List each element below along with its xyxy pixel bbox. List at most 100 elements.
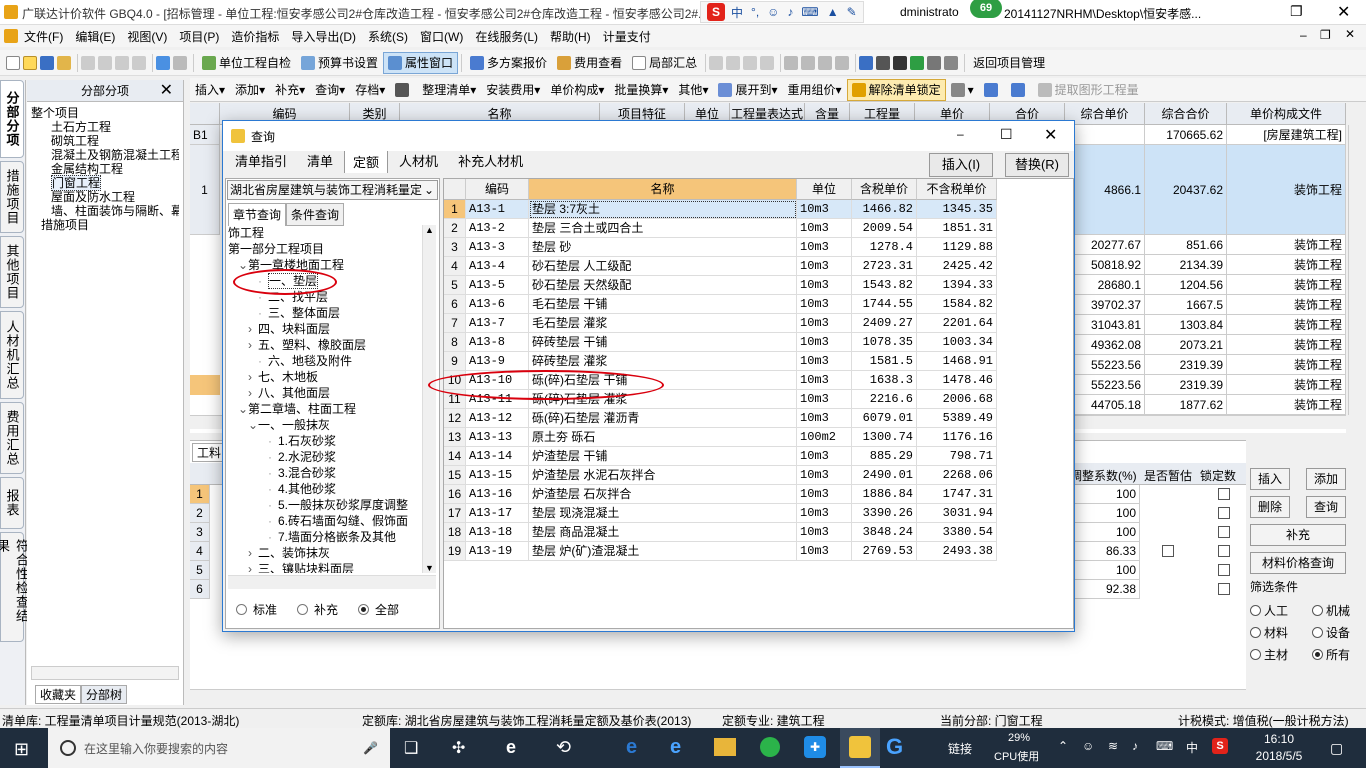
tree-node[interactable]: 第一部分工程项目 bbox=[228, 241, 324, 257]
qt-cell-code[interactable]: A13-15 bbox=[466, 466, 529, 485]
qt-cell-code[interactable]: A13-2 bbox=[466, 219, 529, 238]
other-menu[interactable]: 其他 ▾ bbox=[673, 79, 713, 101]
multi-plan-button[interactable]: 多方案报价 bbox=[465, 52, 552, 74]
qt-cell-unit[interactable]: 10m3 bbox=[797, 257, 852, 276]
close-button[interactable]: ✕ bbox=[1337, 2, 1350, 22]
vtab-reports[interactable]: 报表 bbox=[0, 477, 24, 529]
tree-node[interactable]: · 5.一般抹灰砂浆厚度调整 bbox=[268, 497, 408, 513]
qt-cell-code[interactable]: A13-5 bbox=[466, 276, 529, 295]
filter-option[interactable]: 人工 bbox=[1250, 602, 1288, 619]
lower-row-coef[interactable]: 100 bbox=[1070, 561, 1140, 580]
browser-360-icon[interactable] bbox=[760, 737, 780, 757]
qt-cell-unit[interactable]: 10m3 bbox=[797, 466, 852, 485]
qt-cell-code[interactable]: A13-7 bbox=[466, 314, 529, 333]
qt-cell-tax-price[interactable]: 6079.01 bbox=[852, 409, 917, 428]
tab-quota[interactable]: 定额 bbox=[344, 149, 389, 173]
tree-node[interactable]: 饰工程 bbox=[228, 225, 264, 241]
open-icon[interactable] bbox=[23, 55, 37, 70]
qt-col-notax-price[interactable]: 不含税单价 bbox=[917, 179, 997, 200]
source-radio[interactable]: 补充 bbox=[297, 601, 338, 618]
qt-cell-tax-price[interactable]: 3390.26 bbox=[852, 504, 917, 523]
nav-item-doors-windows[interactable]: 门窗工程 bbox=[31, 175, 179, 191]
lower-tab[interactable]: 工料 bbox=[192, 443, 227, 462]
menu-window[interactable]: 窗口(W) bbox=[420, 28, 463, 45]
qt-cell-unit[interactable]: 10m3 bbox=[797, 276, 852, 295]
col-composite-price[interactable]: 综合单价 bbox=[1065, 103, 1145, 125]
expand-icon[interactable]: › bbox=[248, 561, 258, 573]
qt-cell-unit[interactable]: 10m3 bbox=[797, 542, 852, 561]
tree-node[interactable]: · 4.其他砂浆 bbox=[268, 481, 336, 497]
formula-icon[interactable] bbox=[876, 55, 891, 70]
qt-cell-unit[interactable]: 10m3 bbox=[797, 219, 852, 238]
qt-cell-tax-price[interactable]: 885.29 bbox=[852, 447, 917, 466]
lower-row-coef[interactable]: 86.33 bbox=[1070, 542, 1140, 561]
qt-cell-code[interactable]: A13-8 bbox=[466, 333, 529, 352]
qt-cell-name[interactable]: 炉渣垫层 石灰拌合 bbox=[529, 485, 797, 504]
qt-cell-code[interactable]: A13-19 bbox=[466, 542, 529, 561]
qt-cell-code[interactable]: A13-12 bbox=[466, 409, 529, 428]
col-price-file[interactable]: 单价构成文件 bbox=[1227, 103, 1346, 125]
keyboard-tray-icon[interactable]: ⌨ bbox=[1156, 739, 1173, 753]
qt-cell-unit[interactable]: 10m3 bbox=[797, 238, 852, 257]
qt-cell-unit[interactable]: 10m3 bbox=[797, 333, 852, 352]
menu-online[interactable]: 在线服务(L) bbox=[475, 28, 538, 45]
qt-cell-notax-price[interactable]: 1394.33 bbox=[917, 276, 997, 295]
qt-cell-unit[interactable]: 10m3 bbox=[797, 295, 852, 314]
material-price-query-button[interactable]: 材料价格查询 bbox=[1250, 552, 1346, 574]
qt-cell-tax-price[interactable]: 3848.24 bbox=[852, 523, 917, 542]
vtab-other-items[interactable]: 其他项目 bbox=[0, 236, 24, 308]
qt-cell-unit[interactable]: 10m3 bbox=[797, 523, 852, 542]
box-icon[interactable] bbox=[927, 55, 942, 70]
qt-cell-tax-price[interactable]: 1300.74 bbox=[852, 428, 917, 447]
tree-node[interactable]: ⌄一、一般抹灰 bbox=[248, 417, 330, 433]
qt-cell-name[interactable]: 砂石垫层 天然级配 bbox=[529, 276, 797, 295]
mdi-close-button[interactable]: ✕ bbox=[1345, 27, 1355, 41]
add-button[interactable]: 添加 bbox=[1306, 468, 1346, 490]
gbq-taskbar-item[interactable] bbox=[840, 728, 880, 768]
reuse-price-menu[interactable]: 重用组价 ▾ bbox=[783, 79, 847, 101]
qt-cell-notax-price[interactable]: 1003.34 bbox=[917, 333, 997, 352]
lock-checkbox[interactable] bbox=[1218, 488, 1230, 500]
qt-cell-notax-price[interactable]: 2201.64 bbox=[917, 314, 997, 333]
lower-row-coef[interactable]: 100 bbox=[1070, 485, 1140, 504]
menu-edit[interactable]: 编辑(E) bbox=[75, 28, 115, 45]
qt-cell-name[interactable]: 垫层 商品混凝土 bbox=[529, 523, 797, 542]
filter-option[interactable]: 材料 bbox=[1250, 624, 1288, 641]
tree-node[interactable]: › 三、镶贴块料面层 bbox=[248, 561, 354, 573]
undo-icon[interactable] bbox=[156, 55, 170, 70]
paint-button[interactable]: ▾ bbox=[946, 79, 979, 101]
qt-cell-tax-price[interactable]: 1744.55 bbox=[852, 295, 917, 314]
tree-node[interactable]: · 7.墙面分格嵌条及其他 bbox=[268, 529, 396, 545]
tab-list[interactable]: 清单 bbox=[298, 148, 342, 173]
qt-cell-notax-price[interactable]: 2425.42 bbox=[917, 257, 997, 276]
tree-node[interactable]: › 二、装饰抹灰 bbox=[248, 545, 330, 561]
lock-checkbox[interactable] bbox=[1218, 507, 1230, 519]
redo-icon[interactable] bbox=[173, 55, 187, 70]
qt-cell-name[interactable]: 垫层 砂 bbox=[529, 238, 797, 257]
qt-cell-notax-price[interactable]: 3031.94 bbox=[917, 504, 997, 523]
fee-view-button[interactable]: 费用查看 bbox=[552, 52, 627, 74]
expand-icon[interactable]: › bbox=[248, 545, 258, 561]
print-icon[interactable] bbox=[944, 55, 959, 70]
move-up-button[interactable] bbox=[979, 79, 1006, 101]
qt-cell-notax-price[interactable]: 1468.91 bbox=[917, 352, 997, 371]
nav-item-masonry[interactable]: 砌筑工程 bbox=[31, 134, 179, 148]
query-menu[interactable]: 查询 ▾ bbox=[310, 79, 350, 101]
nav-item-wall[interactable]: 墙、柱面装饰与隔断、幕墙工程 bbox=[31, 204, 179, 218]
condition-query-tab[interactable]: 条件查询 bbox=[286, 203, 345, 226]
chapter-query-tab[interactable]: 章节查询 bbox=[228, 203, 287, 226]
favorites-tab[interactable]: 收藏夹 bbox=[35, 685, 82, 704]
source-radio[interactable]: 全部 bbox=[358, 601, 399, 618]
expand-menu[interactable]: 展开到 ▾ bbox=[713, 79, 782, 101]
menu-payment[interactable]: 计量支付 bbox=[603, 28, 651, 45]
supplement-button[interactable]: 补充 bbox=[1250, 524, 1346, 546]
lower-row-coef[interactable]: 100 bbox=[1070, 504, 1140, 523]
tree-node[interactable]: · 3.混合砂浆 bbox=[268, 465, 336, 481]
mdi-restore-button[interactable]: ❐ bbox=[1320, 28, 1331, 42]
collapse-icon[interactable]: ⌄ bbox=[238, 257, 248, 273]
qt-cell-code[interactable]: A13-13 bbox=[466, 428, 529, 447]
qt-cell-code[interactable]: A13-16 bbox=[466, 485, 529, 504]
qt-cell-name[interactable]: 炉渣垫层 干铺 bbox=[529, 447, 797, 466]
notification-icon[interactable]: ▢ bbox=[1330, 740, 1343, 757]
lock-checkbox[interactable] bbox=[1218, 564, 1230, 576]
